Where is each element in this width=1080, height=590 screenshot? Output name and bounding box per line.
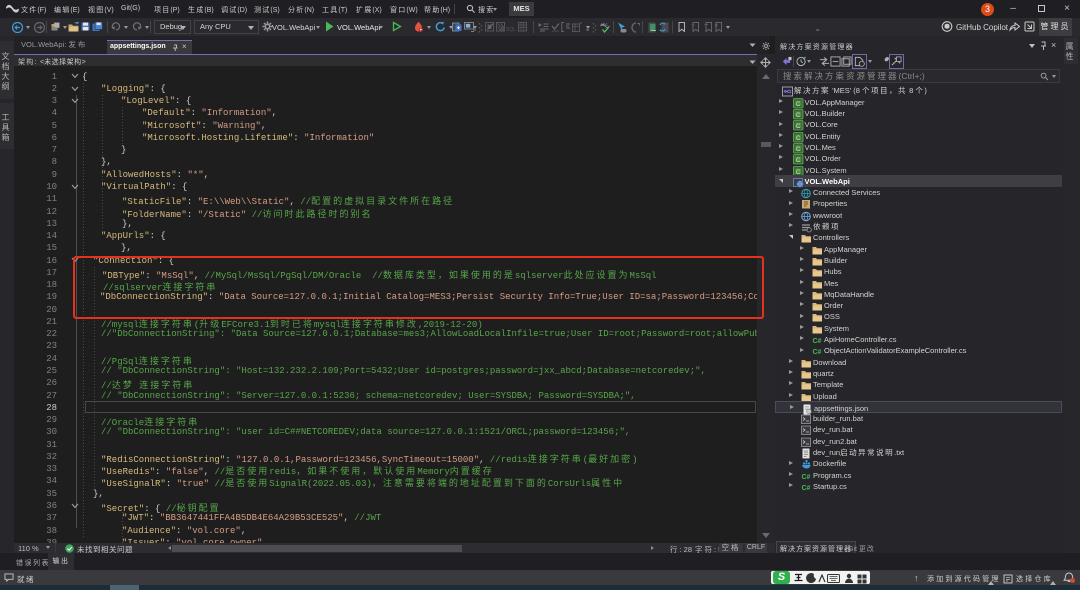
svg-text:C#: C# bbox=[802, 485, 811, 492]
svg-text:abc: abc bbox=[601, 22, 609, 27]
